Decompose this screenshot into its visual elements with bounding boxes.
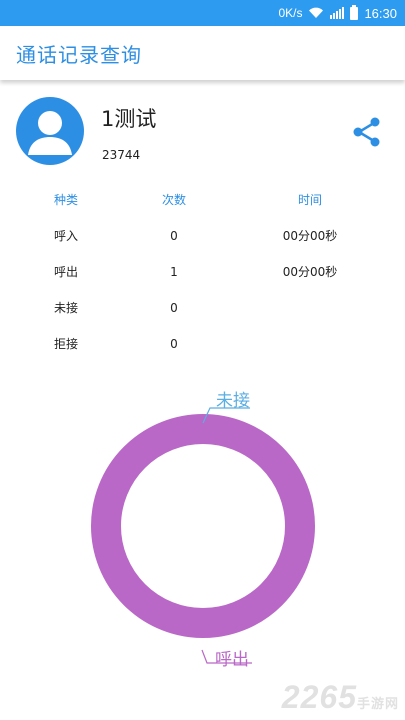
watermark: 2265手游网 xyxy=(282,679,399,716)
share-icon xyxy=(353,117,380,147)
call-donut-chart: 未接 呼出 xyxy=(91,391,315,670)
row-time xyxy=(262,326,358,362)
page-title: 通话记录查询 xyxy=(16,43,142,67)
wifi-icon xyxy=(309,7,324,19)
annotation-missed: 未接 xyxy=(216,391,250,411)
clock: 16:30 xyxy=(364,5,397,21)
row-type: 拒接 xyxy=(53,337,78,351)
table-row: 拒接 0 xyxy=(0,326,405,362)
row-count: 0 xyxy=(170,337,178,351)
status-bar: 0K/s 16:30 xyxy=(0,0,405,26)
row-time: 00分00秒 xyxy=(282,265,338,279)
table-row: 未接 0 xyxy=(0,290,405,326)
row-time: 00分00秒 xyxy=(282,229,338,243)
contact-number: 23744 xyxy=(102,148,141,162)
call-stats-table: 种类 次数 时间 呼入 0 00分00秒 呼出 1 00分00秒 未接 0 拒接… xyxy=(0,182,405,362)
person-icon xyxy=(28,111,72,155)
share-button[interactable] xyxy=(351,116,383,148)
row-count: 0 xyxy=(170,301,178,315)
avatar-icon xyxy=(16,97,84,165)
watermark-sub: 手游网 xyxy=(356,696,399,711)
header-count: 次数 xyxy=(161,193,186,207)
app-bar: 通话记录查询 xyxy=(0,26,405,80)
row-count: 1 xyxy=(170,265,178,279)
row-type: 未接 xyxy=(53,301,78,315)
table-row: 呼入 0 00分00秒 xyxy=(0,218,405,254)
status-icons: 0K/s 16:30 xyxy=(278,0,397,26)
table-row: 呼出 1 00分00秒 xyxy=(0,254,405,290)
row-type: 呼入 xyxy=(53,229,78,243)
network-speed: 0K/s xyxy=(278,6,303,20)
header-type: 种类 xyxy=(53,193,78,207)
row-type: 呼出 xyxy=(53,265,78,279)
header-time: 时间 xyxy=(297,193,322,207)
signal-icon xyxy=(330,7,345,19)
donut-slice-呼出 xyxy=(91,414,315,638)
row-time xyxy=(262,290,358,326)
row-count: 0 xyxy=(170,229,178,243)
annotation-outgoing: 呼出 xyxy=(215,650,249,670)
battery-icon xyxy=(350,4,359,20)
watermark-main: 2265 xyxy=(281,679,357,715)
table-header: 种类 次数 时间 xyxy=(0,182,405,218)
contact-name: 1测试 xyxy=(101,107,157,131)
